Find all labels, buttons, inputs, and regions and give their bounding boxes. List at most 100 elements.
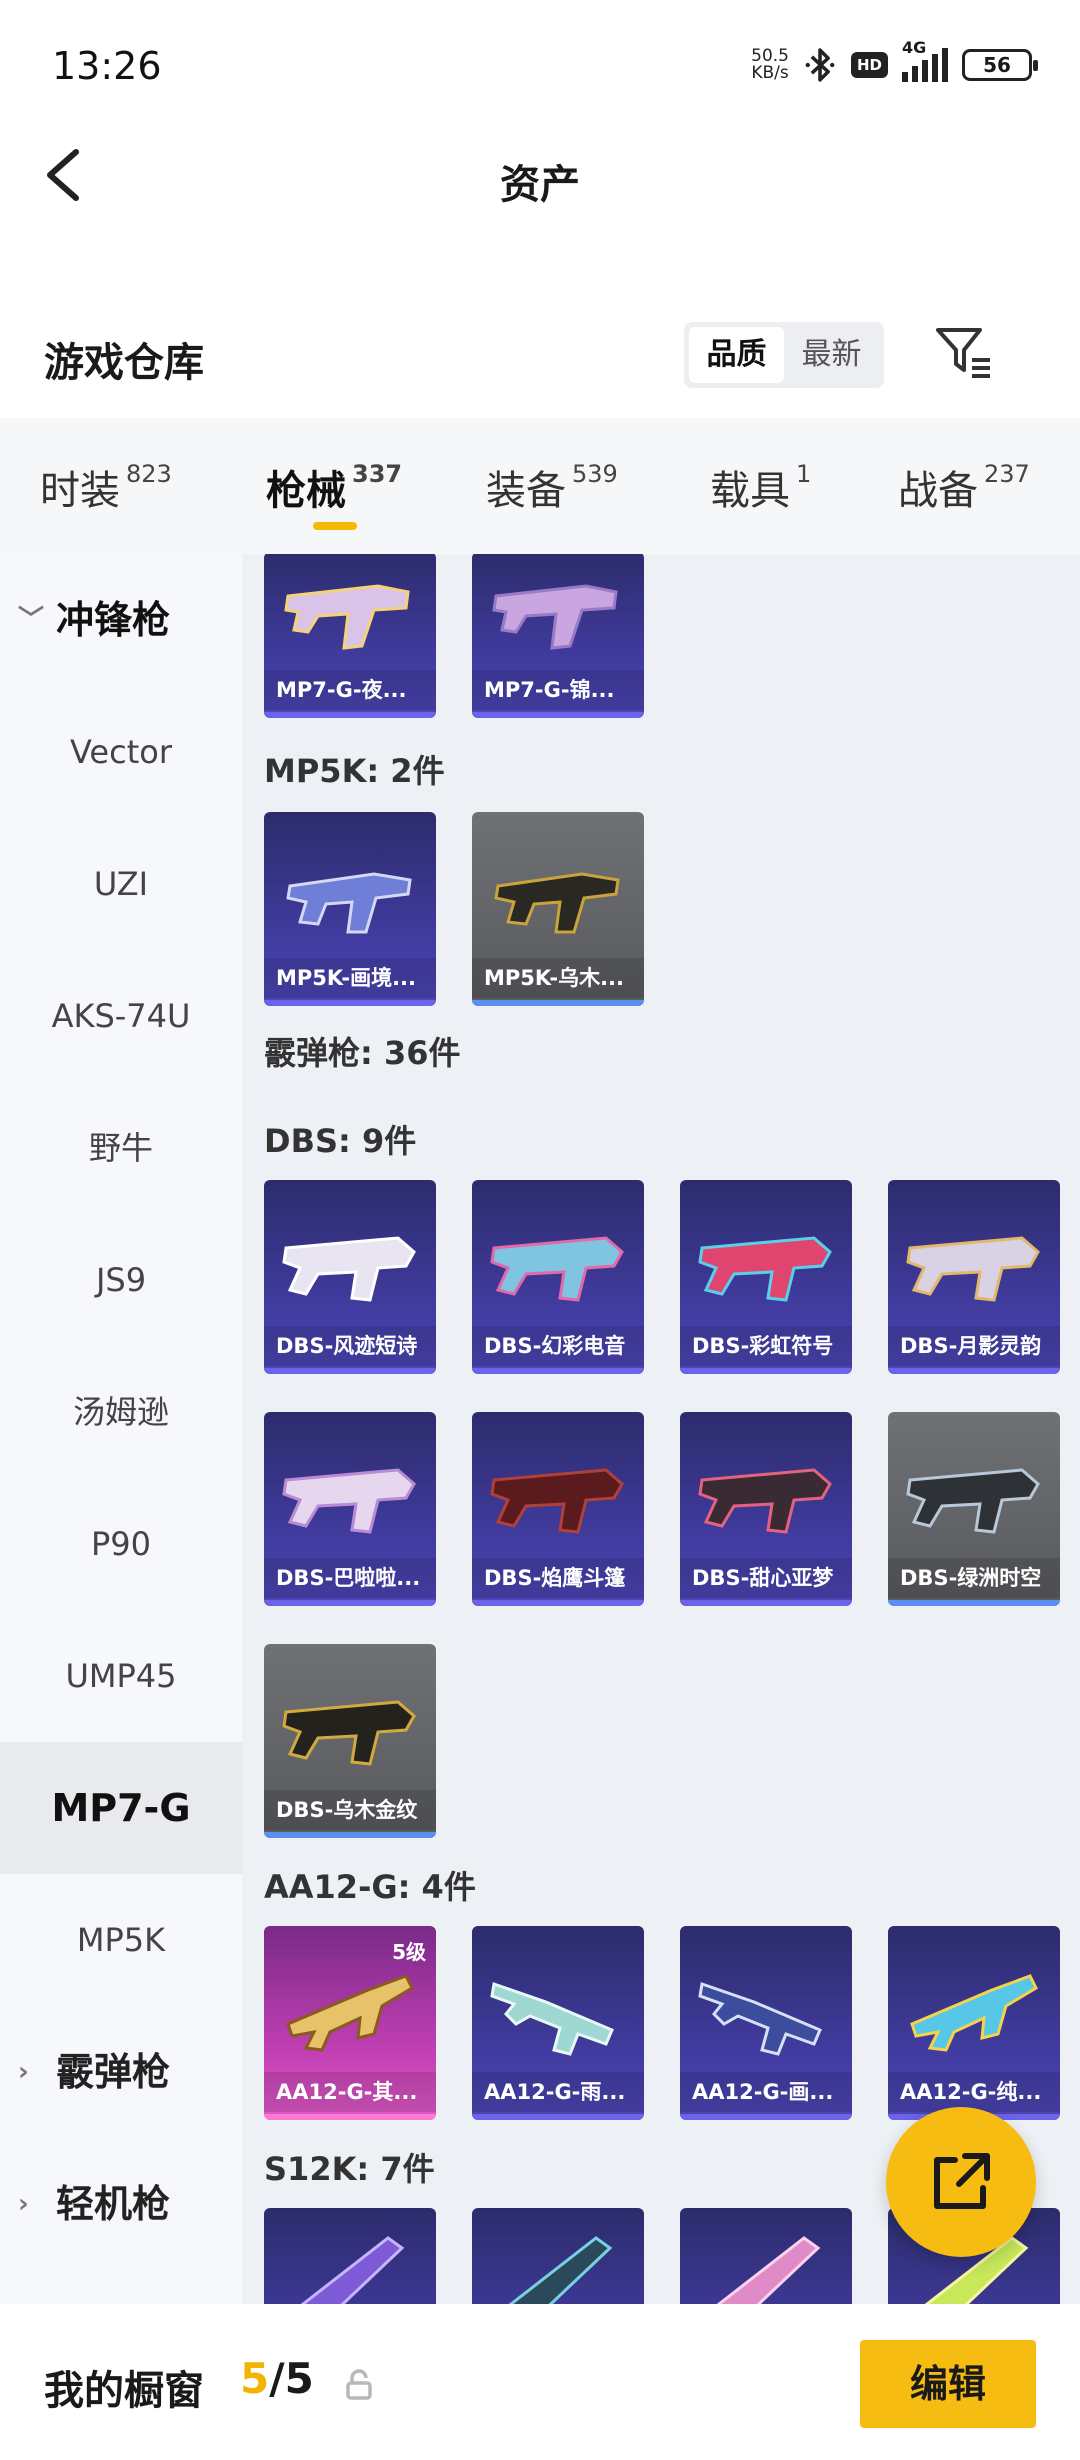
- sidebar-item-js9[interactable]: JS9: [0, 1214, 242, 1346]
- item-card[interactable]: 5级 AA12-G-其...: [264, 1926, 436, 2120]
- item-card[interactable]: AA12-G-纯...: [888, 1926, 1060, 2120]
- tab-supplies[interactable]: 战备 237: [898, 458, 1030, 516]
- item-name: MP7-G-锦...: [472, 670, 644, 710]
- item-name: DBS-风迹短诗: [264, 1326, 436, 1366]
- weapon-skin-icon: [492, 584, 618, 650]
- item-card[interactable]: MP5K-画境...: [264, 812, 436, 1006]
- item-card[interactable]: [680, 2208, 852, 2304]
- weapon-skin-icon: [490, 1468, 624, 1534]
- item-card[interactable]: DBS-焰鹰斗篷: [472, 1412, 644, 1606]
- sidebar-item-vector[interactable]: Vector: [0, 686, 242, 818]
- weapon-skin-icon: [906, 1236, 1040, 1302]
- hd-icon: HD: [850, 52, 888, 78]
- lock-icon: [346, 2369, 372, 2400]
- item-card[interactable]: AA12-G-雨...: [472, 1926, 644, 2120]
- sort-quality-button[interactable]: 品质: [689, 327, 784, 383]
- sidebar: ﹀ 冲锋枪 Vector UZI AKS-74U 野牛 JS9 汤姆逊 P90 U…: [0, 554, 242, 2304]
- rarity-bar: [680, 1600, 852, 1606]
- weapon-skin-icon: [300, 2236, 405, 2304]
- rarity-bar: [472, 1368, 644, 1374]
- item-name: DBS-巴啦啦...: [264, 1558, 436, 1598]
- weapon-skin-icon: [490, 1982, 614, 2056]
- item-card[interactable]: MP7-G-夜...: [264, 554, 436, 718]
- weapon-skin-icon: [508, 2236, 613, 2304]
- item-card[interactable]: DBS-甜心亚梦: [680, 1412, 852, 1606]
- sidebar-item-thompson[interactable]: 汤姆逊: [0, 1346, 242, 1478]
- sidebar-item-p90[interactable]: P90: [0, 1478, 242, 1610]
- item-card[interactable]: DBS-巴啦啦...: [264, 1412, 436, 1606]
- item-name: AA12-G-雨...: [472, 2072, 644, 2112]
- item-card[interactable]: AA12-G-画...: [680, 1926, 852, 2120]
- item-card[interactable]: DBS-幻彩电音: [472, 1180, 644, 1374]
- item-name: MP5K-画境...: [264, 958, 436, 998]
- item-name: AA12-G-其...: [264, 2072, 436, 2112]
- network-type: 4G: [902, 38, 927, 57]
- item-card[interactable]: DBS-月影灵韵: [888, 1180, 1060, 1374]
- item-name: DBS-绿洲时空: [888, 1558, 1060, 1598]
- item-name: DBS-月影灵韵: [888, 1326, 1060, 1366]
- bottom-bar: 我的橱窗 5/5 编辑: [0, 2304, 1080, 2460]
- weapon-skin-icon: [286, 872, 412, 934]
- item-card[interactable]: DBS-绿洲时空: [888, 1412, 1060, 1606]
- item-grid: MP7-G-夜... MP7-G-锦... MP5K: 2件 MP5K-画境..…: [242, 554, 1080, 2304]
- tab-guns[interactable]: 枪械 337: [266, 458, 402, 516]
- item-card[interactable]: DBS-彩虹符号: [680, 1180, 852, 1374]
- rarity-bar: [264, 1600, 436, 1606]
- rarity-bar: [680, 1368, 852, 1374]
- weapon-skin-icon: [698, 1982, 822, 2056]
- rarity-bar: [264, 712, 436, 718]
- tab-vehicles[interactable]: 载具 1: [710, 458, 811, 516]
- item-card[interactable]: DBS-乌木金纹: [264, 1644, 436, 1838]
- sort-latest-button[interactable]: 最新: [784, 327, 879, 383]
- weapon-skin-icon: [284, 584, 410, 650]
- tab-fashion[interactable]: 时装 823: [40, 458, 172, 516]
- weapon-skin-icon: [716, 2236, 821, 2304]
- sidebar-item-mp5k[interactable]: MP5K: [0, 1874, 242, 2006]
- weapon-skin-icon: [282, 1468, 416, 1534]
- rarity-bar: [888, 1600, 1060, 1606]
- item-card[interactable]: [264, 2208, 436, 2304]
- network-speed: 50.5 KB/s: [751, 48, 789, 82]
- sidebar-item-uzi[interactable]: UZI: [0, 818, 242, 950]
- sidebar-group-smg[interactable]: ﹀ 冲锋枪: [0, 554, 242, 686]
- rarity-bar: [472, 1000, 644, 1006]
- item-name: DBS-乌木金纹: [264, 1790, 436, 1830]
- item-name: DBS-甜心亚梦: [680, 1558, 852, 1598]
- tab-equipment[interactable]: 装备 539: [486, 458, 618, 516]
- weapon-skin-icon: [698, 1468, 832, 1534]
- sidebar-item-bizon[interactable]: 野牛: [0, 1082, 242, 1214]
- rarity-bar: [264, 1368, 436, 1374]
- weapon-skin-icon: [910, 1974, 1038, 2052]
- battery-icon: 56: [962, 49, 1038, 81]
- sidebar-group-lmg[interactable]: › 轻机枪: [0, 2138, 242, 2270]
- warehouse-title: 游戏仓库: [44, 340, 204, 386]
- weapon-skin-icon: [698, 1236, 832, 1302]
- showcase-label: 我的橱窗: [44, 2368, 204, 2414]
- item-name: AA12-G-画...: [680, 2072, 852, 2112]
- item-card[interactable]: [472, 2208, 644, 2304]
- item-card[interactable]: DBS-风迹短诗: [264, 1180, 436, 1374]
- sidebar-item-mp7g[interactable]: MP7-G: [0, 1742, 242, 1874]
- category-header-mp5k: MP5K: 2件: [264, 752, 445, 790]
- bluetooth-icon: [805, 48, 835, 82]
- weapon-skin-icon: [490, 1236, 624, 1302]
- signal-icon: 4G: [902, 38, 948, 82]
- rarity-bar: [888, 1368, 1060, 1374]
- item-card[interactable]: MP5K-乌木...: [472, 812, 644, 1006]
- share-button[interactable]: [886, 2107, 1036, 2257]
- sidebar-group-shotgun[interactable]: › 霰弹枪: [0, 2006, 242, 2138]
- item-name: DBS-幻彩电音: [472, 1326, 644, 1366]
- category-header-aa12g: AA12-G: 4件: [264, 1868, 476, 1906]
- category-header-shotgun: 霰弹枪: 36件: [264, 1034, 461, 1072]
- item-card[interactable]: MP7-G-锦...: [472, 554, 644, 718]
- share-icon: [934, 2153, 990, 2209]
- rarity-bar: [472, 2114, 644, 2120]
- category-header-s12k: S12K: 7件: [264, 2150, 435, 2188]
- edit-button[interactable]: 编辑: [860, 2340, 1036, 2428]
- weapon-skin-icon: [906, 1468, 1040, 1534]
- filter-icon[interactable]: [934, 322, 994, 382]
- item-name: MP7-G-夜...: [264, 670, 436, 710]
- status-icons: 50.5 KB/s HD 4G 56: [751, 38, 1038, 84]
- sidebar-item-ump45[interactable]: UMP45: [0, 1610, 242, 1742]
- sidebar-item-aks74u[interactable]: AKS-74U: [0, 950, 242, 1082]
